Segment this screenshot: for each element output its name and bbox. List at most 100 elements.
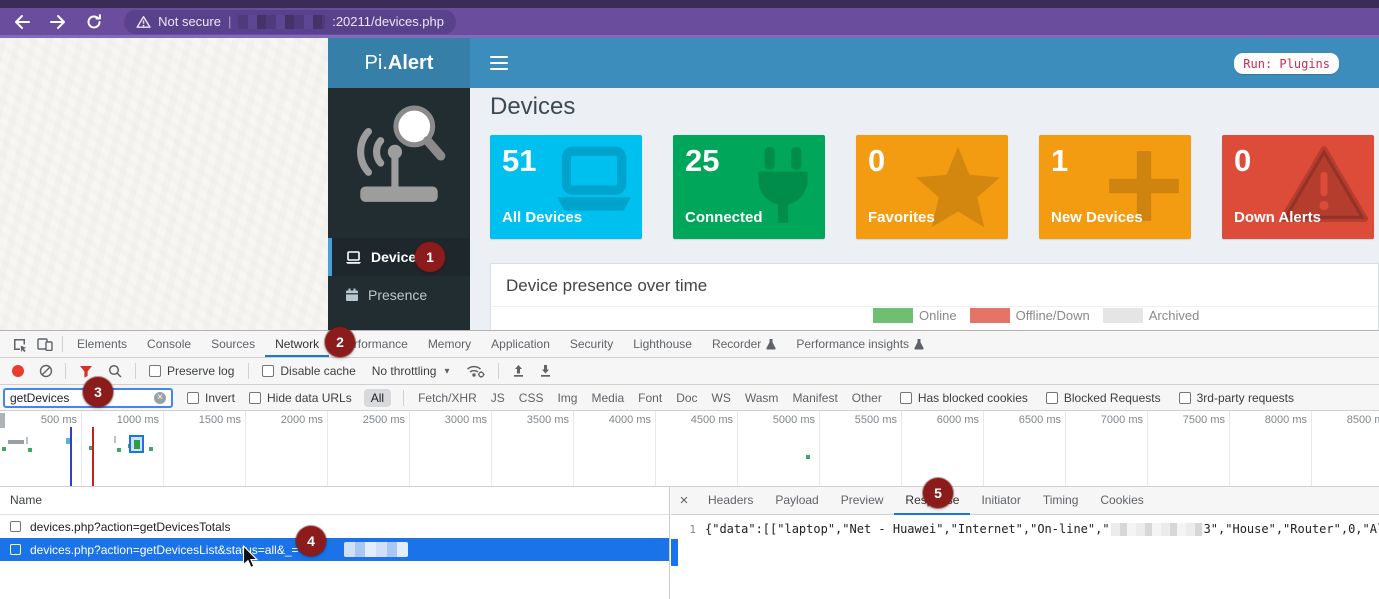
app-top-navbar: Run: Plugins Syn (28, xyxy=(470,38,1379,88)
waterfall-mark xyxy=(0,413,5,428)
type-filter-css[interactable]: CSS xyxy=(519,391,544,405)
import-har-icon[interactable] xyxy=(512,364,525,378)
preserve-log-checkbox[interactable]: Preserve log xyxy=(149,364,234,378)
experiment-flask-icon xyxy=(766,338,776,350)
checkbox[interactable] xyxy=(10,521,21,532)
tab-security[interactable]: Security xyxy=(560,331,623,357)
type-filter-js[interactable]: JS xyxy=(491,391,505,405)
redacted-query-value xyxy=(344,542,408,557)
sidebar-item-devices[interactable]: Devices xyxy=(328,238,470,276)
detail-tab-cookies[interactable]: Cookies xyxy=(1089,487,1154,515)
online-swatch xyxy=(873,308,913,323)
legend-online[interactable]: Online xyxy=(873,308,957,323)
app-sidebar: Devices Presence xyxy=(328,88,470,330)
waterfall-mark xyxy=(117,448,121,452)
response-viewer[interactable]: 1 {"data":[["laptop","Net - Huawei","Int… xyxy=(671,515,1379,599)
app-logo-text[interactable]: Pi.Alert xyxy=(328,38,470,88)
sidebar-toggle-icon[interactable] xyxy=(490,56,508,70)
throttling-select[interactable]: No throttling xyxy=(372,364,437,378)
type-filter-media[interactable]: Media xyxy=(591,391,624,405)
request-list-header[interactable]: Name xyxy=(0,487,669,515)
timeline-tick: 3500 ms xyxy=(492,411,574,486)
type-filter-fetch-xhr[interactable]: Fetch/XHR xyxy=(418,391,477,405)
hide-data-urls-checkbox[interactable]: Hide data URLs xyxy=(249,391,352,405)
tab-memory[interactable]: Memory xyxy=(418,331,481,357)
forward-button[interactable] xyxy=(44,10,72,34)
address-bar[interactable]: Not secure | :20211/devices.php xyxy=(124,10,456,34)
checkbox[interactable] xyxy=(10,544,21,555)
devtools-tabbar: Elements Console Sources Network Perform… xyxy=(0,331,1379,358)
card-connected[interactable]: 25 Connected xyxy=(673,135,825,239)
invert-checkbox[interactable]: Invert xyxy=(187,391,235,405)
network-conditions-icon[interactable] xyxy=(465,363,486,379)
legend-archived[interactable]: Archived xyxy=(1103,308,1200,323)
type-filter-manifest[interactable]: Manifest xyxy=(792,391,837,405)
annotation-badge-2: 2 xyxy=(325,327,355,357)
close-icon[interactable]: × xyxy=(671,492,697,509)
tab-elements[interactable]: Elements xyxy=(67,331,137,357)
card-label: New Devices xyxy=(1051,209,1143,226)
type-filter-font[interactable]: Font xyxy=(638,391,662,405)
tab-sources[interactable]: Sources xyxy=(201,331,265,357)
search-icon[interactable] xyxy=(108,364,122,378)
request-row-getdevicestotals[interactable]: devices.php?action=getDevicesTotals xyxy=(0,515,669,538)
has-blocked-cookies-checkbox[interactable]: Has blocked cookies xyxy=(900,391,1028,405)
tab-application[interactable]: Application xyxy=(481,331,560,357)
export-har-icon[interactable] xyxy=(539,364,552,378)
back-button[interactable] xyxy=(8,10,36,34)
type-filter-other[interactable]: Other xyxy=(852,391,882,405)
chevron-down-icon: ▾ xyxy=(444,366,449,377)
detail-tab-preview[interactable]: Preview xyxy=(830,487,895,515)
type-filter-ws[interactable]: WS xyxy=(712,391,731,405)
not-secure-label: Not secure xyxy=(158,14,221,29)
type-filter-wasm[interactable]: Wasm xyxy=(745,391,779,405)
tab-console[interactable]: Console xyxy=(137,331,201,357)
card-favorites[interactable]: 0 Favorites xyxy=(856,135,1008,239)
request-row-getdeviceslist[interactable]: devices.php?action=getDevicesList&status… xyxy=(0,538,669,561)
timeline-tick: 1500 ms xyxy=(164,411,246,486)
app-logo xyxy=(328,88,470,238)
device-toolbar-icon[interactable] xyxy=(32,331,58,357)
detail-tab-timing[interactable]: Timing xyxy=(1032,487,1090,515)
desktop-wallpaper xyxy=(0,38,328,330)
filter-funnel-icon[interactable] xyxy=(79,365,93,378)
card-new-devices[interactable]: 1 New Devices xyxy=(1039,135,1191,239)
inspect-element-icon[interactable] xyxy=(6,331,32,357)
tab-lighthouse[interactable]: Lighthouse xyxy=(623,331,702,357)
sidebar-item-presence[interactable]: Presence xyxy=(328,276,470,314)
timeline-tick: 7000 ms xyxy=(1066,411,1148,486)
waterfall-mark xyxy=(28,448,32,452)
panel-title: Device presence over time xyxy=(491,264,1378,306)
clear-network-log-icon[interactable] xyxy=(39,364,53,378)
card-down-alerts[interactable]: 0 Down Alerts xyxy=(1222,135,1374,239)
detail-tab-payload[interactable]: Payload xyxy=(764,487,829,515)
toolbar-divider xyxy=(498,363,499,379)
card-label: Down Alerts xyxy=(1234,209,1321,226)
network-overview-timeline[interactable]: 500 ms 1000 ms 1500 ms 2000 ms 2500 ms 3… xyxy=(0,411,1379,487)
timeline-tick: 8500 ms xyxy=(1312,411,1379,486)
checkbox xyxy=(1179,392,1191,404)
timeline-tick: 2000 ms xyxy=(246,411,328,486)
toolbar-divider xyxy=(248,363,249,379)
type-filter-doc[interactable]: Doc xyxy=(676,391,697,405)
detail-tabbar: × Headers Payload Preview Response Initi… xyxy=(671,487,1379,515)
clear-filter-icon[interactable]: × xyxy=(154,392,166,404)
tab-recorder[interactable]: Recorder xyxy=(702,331,786,357)
disable-cache-checkbox[interactable]: Disable cache xyxy=(262,364,355,378)
reload-button[interactable] xyxy=(80,10,108,34)
card-all-devices[interactable]: 51 All Devices xyxy=(490,135,642,239)
type-filter-img[interactable]: Img xyxy=(557,391,577,405)
detail-tab-headers[interactable]: Headers xyxy=(697,487,764,515)
waterfall-mark xyxy=(8,440,24,444)
request-detail-pane: × Headers Payload Preview Response Initi… xyxy=(671,487,1379,599)
record-network-log-icon[interactable] xyxy=(12,365,24,377)
run-plugins-button[interactable]: Run: Plugins xyxy=(1234,53,1339,74)
detail-tab-initiator[interactable]: Initiator xyxy=(970,487,1031,515)
network-filterbar: getDevices × Invert Hide data URLs All F… xyxy=(0,385,1379,411)
type-filter-all[interactable]: All xyxy=(364,389,391,407)
tab-performance-insights[interactable]: Performance insights xyxy=(786,331,934,357)
third-party-requests-checkbox[interactable]: 3rd-party requests xyxy=(1179,391,1294,405)
legend-offline-down[interactable]: Offline/Down xyxy=(970,308,1090,323)
blocked-requests-checkbox[interactable]: Blocked Requests xyxy=(1046,391,1161,405)
tab-network[interactable]: Network xyxy=(265,331,329,357)
